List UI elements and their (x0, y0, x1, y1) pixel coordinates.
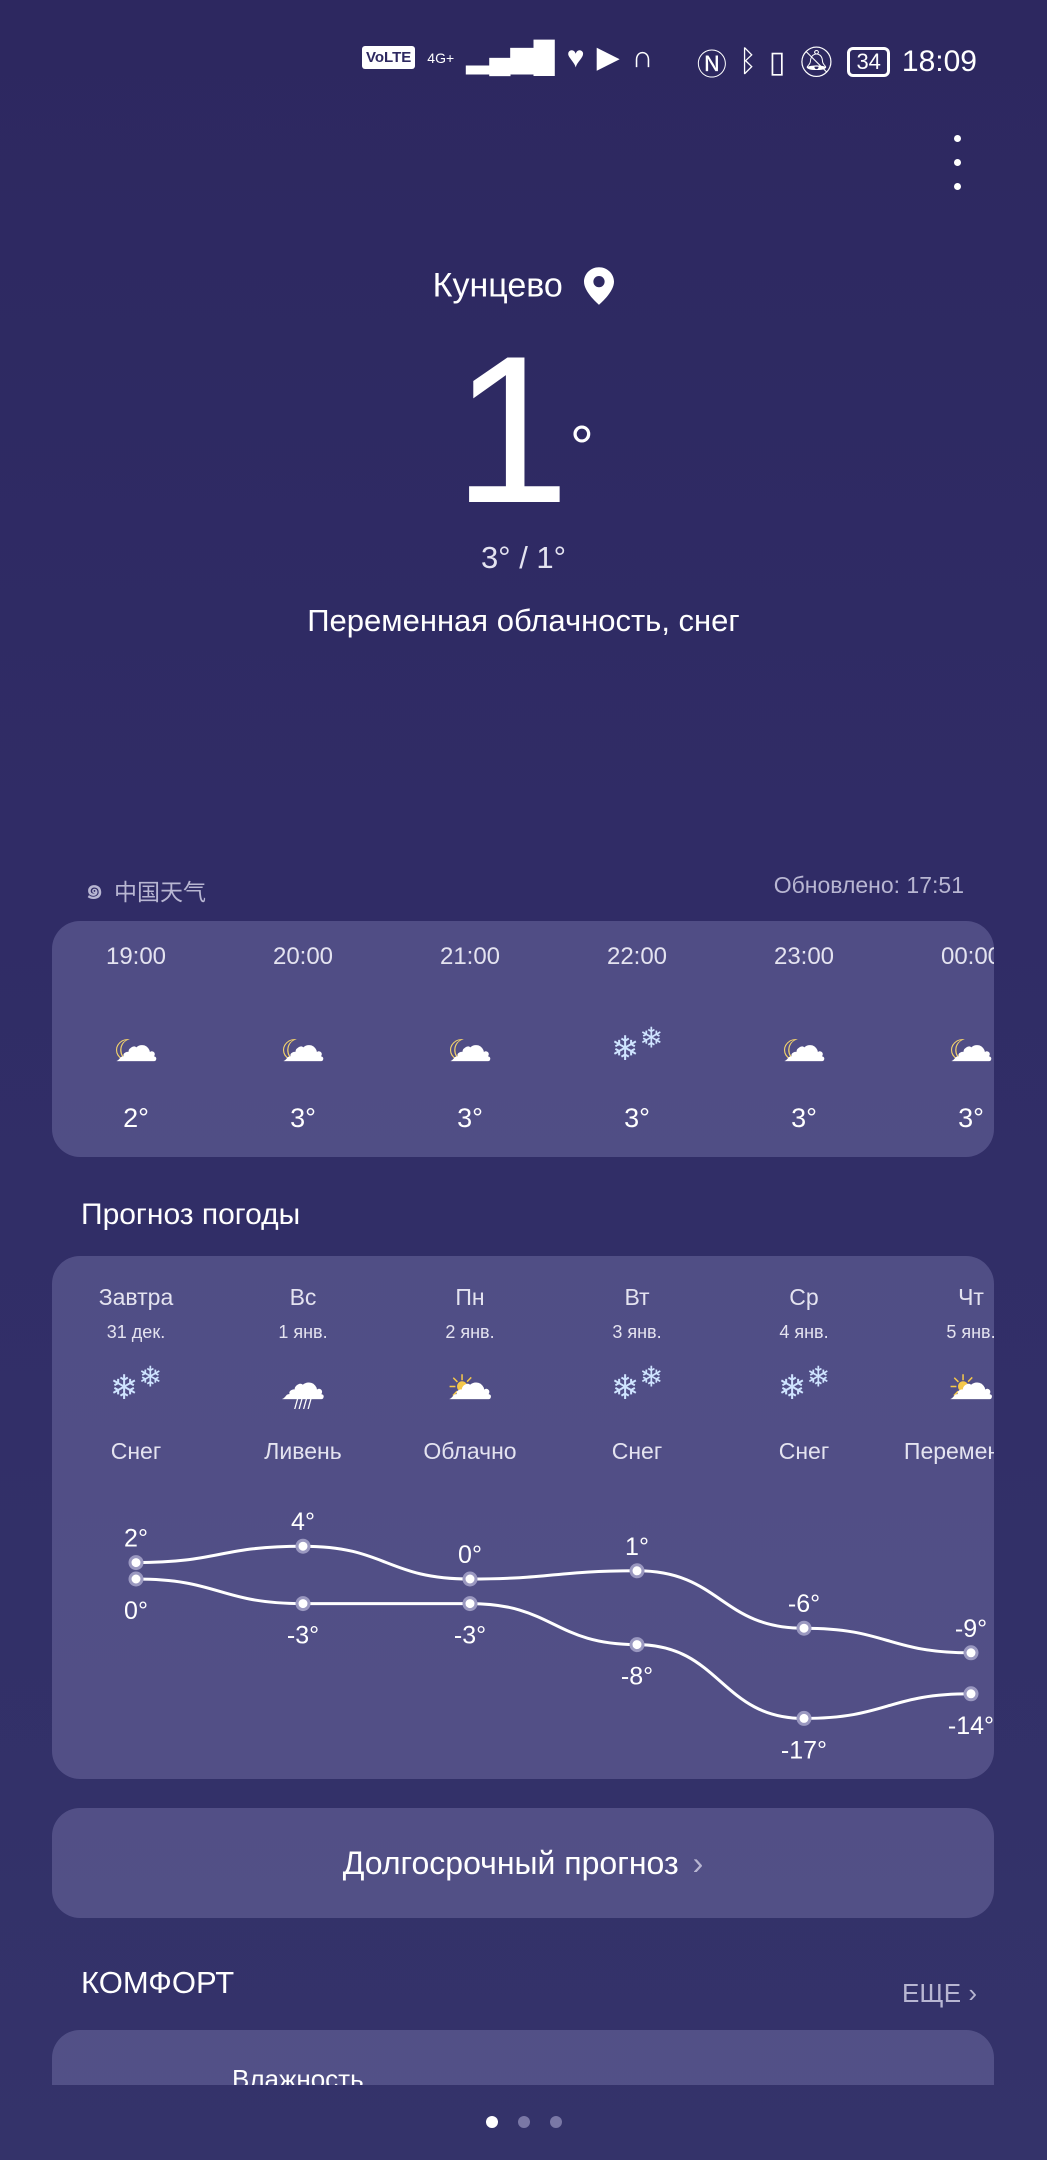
high-low: 3° / 1° (480, 540, 567, 575)
hour-temp: 3° (457, 1103, 483, 1133)
hour-time: 21:00 (439, 943, 501, 970)
high-temp-point (462, 1571, 478, 1587)
low-temp-label: -8° (621, 1663, 653, 1691)
page-indicator[interactable] (0, 2116, 1047, 2128)
high-temp-point (796, 1620, 812, 1636)
high-temp-label: 0° (458, 1541, 482, 1569)
condition: Переменная облачность, снег (307, 603, 740, 638)
page-dot[interactable] (517, 2116, 530, 2128)
low-temp-label: -3° (454, 1622, 486, 1650)
high-temp-label: 2° (124, 1525, 148, 1553)
high-temp-point (629, 1563, 645, 1579)
hour-temp: 2° (123, 1103, 149, 1133)
high-temp-label: 1° (625, 1533, 649, 1561)
high-temp-point (128, 1555, 144, 1571)
vibrate-icon: ▯ (768, 45, 786, 79)
humidity-label: Влажность (232, 2064, 364, 2085)
low-temp-label: -3° (287, 1622, 319, 1650)
cloud-moon-icon: ☾☁ (948, 1022, 994, 1071)
network-type: 4G+ (427, 49, 455, 66)
status-bar: VoLTE 4G+ ▂▄▆█ ♥ ▶ ∩ Ⓝ ᛒ ▯ 🔕︎ 34 18:09 (0, 40, 1047, 82)
location-pin-icon (584, 267, 615, 305)
battery-icon: 34 (847, 47, 890, 77)
high-temp-label: 4° (291, 1508, 315, 1536)
low-temp-label: 0° (124, 1597, 148, 1625)
hour-temp: 3° (290, 1103, 316, 1133)
low-temp-point (963, 1686, 979, 1702)
high-temp-label: -9° (955, 1615, 987, 1643)
heart-icon: ♥ (566, 40, 585, 74)
low-temp-line (135, 1577, 972, 1720)
nfc-icon: Ⓝ (696, 49, 727, 82)
hour-temp: 3° (791, 1103, 817, 1133)
bluetooth-icon: ᛒ (738, 45, 757, 78)
forecast-title: Прогноз погоды (81, 1198, 301, 1231)
snow-icon: ❄❄ (610, 1022, 664, 1068)
mute-icon: 🔕︎ (797, 45, 836, 79)
current-temp: 1° (453, 312, 594, 547)
hour-temp: 3° (624, 1103, 650, 1133)
high-temp-point (963, 1645, 979, 1661)
cloud-moon-icon: ☾☁ (113, 1022, 159, 1071)
more-link[interactable]: ЕЩЕ › (902, 1978, 977, 2009)
cloud-moon-icon: ☾☁ (280, 1022, 326, 1071)
headphones-icon: ∩ (631, 40, 654, 74)
hour-time: 22:00 (606, 943, 668, 970)
comfort-title: КОМФОРТ (81, 1965, 235, 2000)
comfort-card: Влажность (52, 2030, 994, 2085)
low-temp-point (128, 1571, 144, 1587)
source-logo-icon: ๑ (85, 873, 105, 906)
daily-forecast[interactable]: Завтра 31 дек. ❄❄ Снег Вс 1 янв. ☁//// Ли… (52, 1256, 994, 1779)
hour-time: 20:00 (272, 943, 334, 970)
youtube-icon: ▶ (596, 41, 620, 74)
hour-time: 19:00 (105, 943, 167, 970)
hour-temp: 3° (958, 1103, 984, 1133)
location[interactable]: Кунцево (0, 265, 1047, 306)
low-temp-point (462, 1596, 478, 1612)
low-temp-label: -17° (781, 1736, 827, 1764)
data-source: ๑中国天气 (85, 866, 206, 913)
signal-icon: ▂▄▆█ (466, 41, 555, 74)
cloud-moon-icon: ☾☁ (781, 1022, 827, 1071)
hour-time: 00:00 (940, 943, 994, 970)
page-dot[interactable] (485, 2116, 498, 2128)
low-temp-point (295, 1596, 311, 1612)
city-name: Кунцево (432, 266, 563, 305)
volte-icon: VoLTE (362, 46, 416, 69)
high-temp-label: -6° (788, 1590, 820, 1618)
long-term-forecast-button[interactable]: Долгосрочный прогноз › (52, 1808, 994, 1918)
high-temp-point (295, 1538, 311, 1554)
chevron-right-icon: › (692, 1844, 704, 1881)
cloud-moon-icon: ☾☁ (447, 1022, 493, 1071)
hour-time: 23:00 (773, 943, 835, 970)
hourly-forecast[interactable]: 19:00 ☾☁ 2° 20:00 ☾☁ 3° 21:00 ☾☁ 3° 22:00 ❄… (52, 921, 994, 1157)
page-dot[interactable] (549, 2116, 562, 2128)
low-temp-point (629, 1637, 645, 1653)
updated-time: Обновлено: 17:51 (773, 872, 964, 898)
temperature-chart: 2° 4° 0° 1° -6° -9° 0° -3° -3° -8° -17° -14° (124, 1508, 994, 1764)
low-temp-point (796, 1710, 812, 1726)
clock: 18:09 (901, 45, 977, 78)
menu-button[interactable] (947, 135, 967, 190)
low-temp-label: -14° (948, 1712, 994, 1740)
